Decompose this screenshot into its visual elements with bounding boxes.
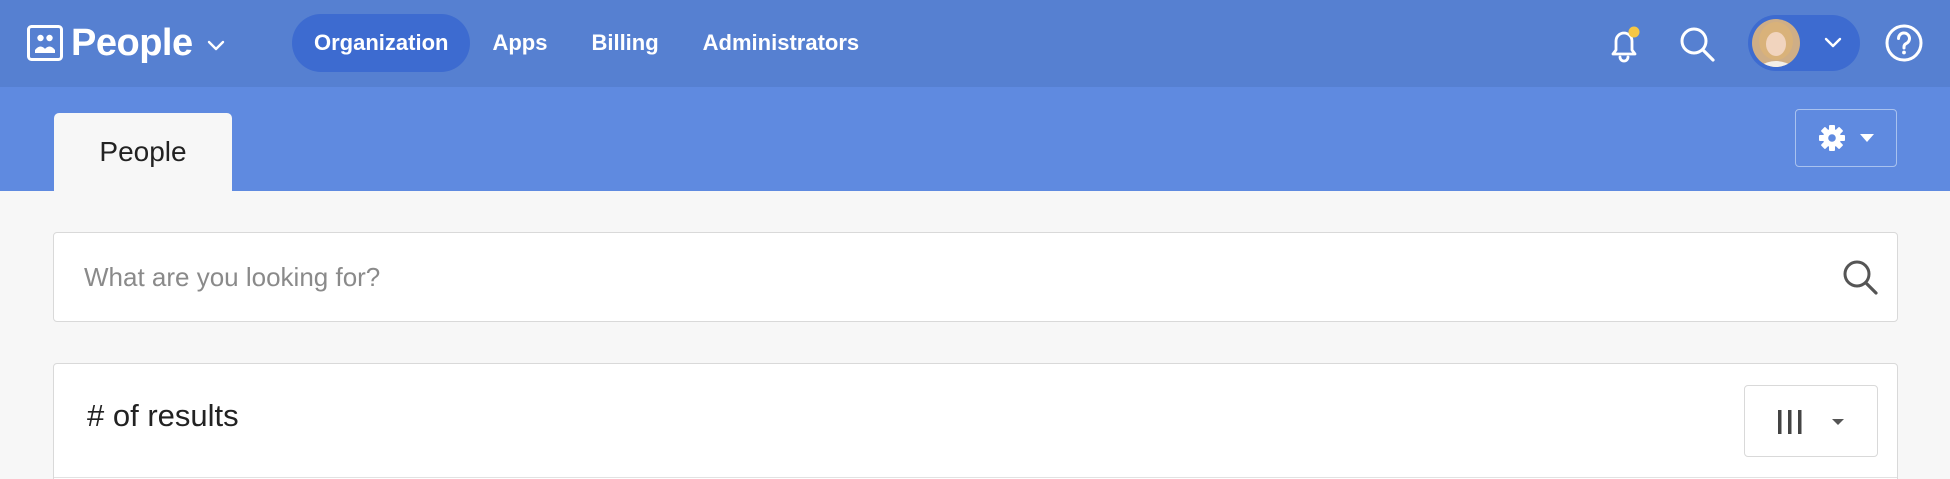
help-button[interactable]	[1882, 21, 1926, 65]
columns-icon	[1778, 410, 1802, 434]
notifications-button[interactable]	[1602, 22, 1646, 66]
search-input[interactable]	[84, 233, 1804, 321]
main-nav: Organization Apps Billing Administrators	[292, 14, 881, 72]
nav-apps[interactable]: Apps	[470, 14, 569, 72]
avatar	[1752, 19, 1800, 67]
global-search-button[interactable]	[1675, 22, 1719, 66]
page-header: People	[0, 87, 1950, 191]
people-directory-icon	[27, 25, 63, 61]
search-bar	[53, 232, 1898, 322]
notification-dot	[1628, 26, 1640, 38]
app-name: People	[71, 21, 193, 64]
user-menu[interactable]	[1748, 15, 1860, 71]
settings-dropdown-button[interactable]	[1795, 109, 1897, 167]
app-switcher[interactable]: People	[27, 20, 225, 66]
search-submit-button[interactable]	[1838, 255, 1882, 299]
divider	[54, 477, 1897, 478]
chevron-down-icon	[1824, 37, 1842, 48]
chevron-down-icon	[207, 40, 224, 51]
gear-icon	[1819, 125, 1845, 151]
column-chooser-button[interactable]	[1744, 385, 1878, 457]
bell-icon	[1611, 26, 1640, 63]
search-icon	[1680, 27, 1715, 62]
nav-administrators[interactable]: Administrators	[681, 14, 881, 72]
search-icon	[1843, 260, 1878, 295]
top-navigation-bar: People Organization Apps Billing Adminis…	[0, 0, 1950, 87]
caret-down-icon	[1860, 134, 1874, 142]
caret-down-icon	[1832, 419, 1844, 425]
results-panel: # of results	[53, 363, 1898, 479]
results-count-heading: # of results	[87, 398, 239, 433]
help-icon	[1885, 24, 1923, 62]
nav-organization[interactable]: Organization	[292, 14, 471, 72]
nav-billing[interactable]: Billing	[569, 14, 680, 72]
tab-people[interactable]: People	[54, 113, 232, 191]
